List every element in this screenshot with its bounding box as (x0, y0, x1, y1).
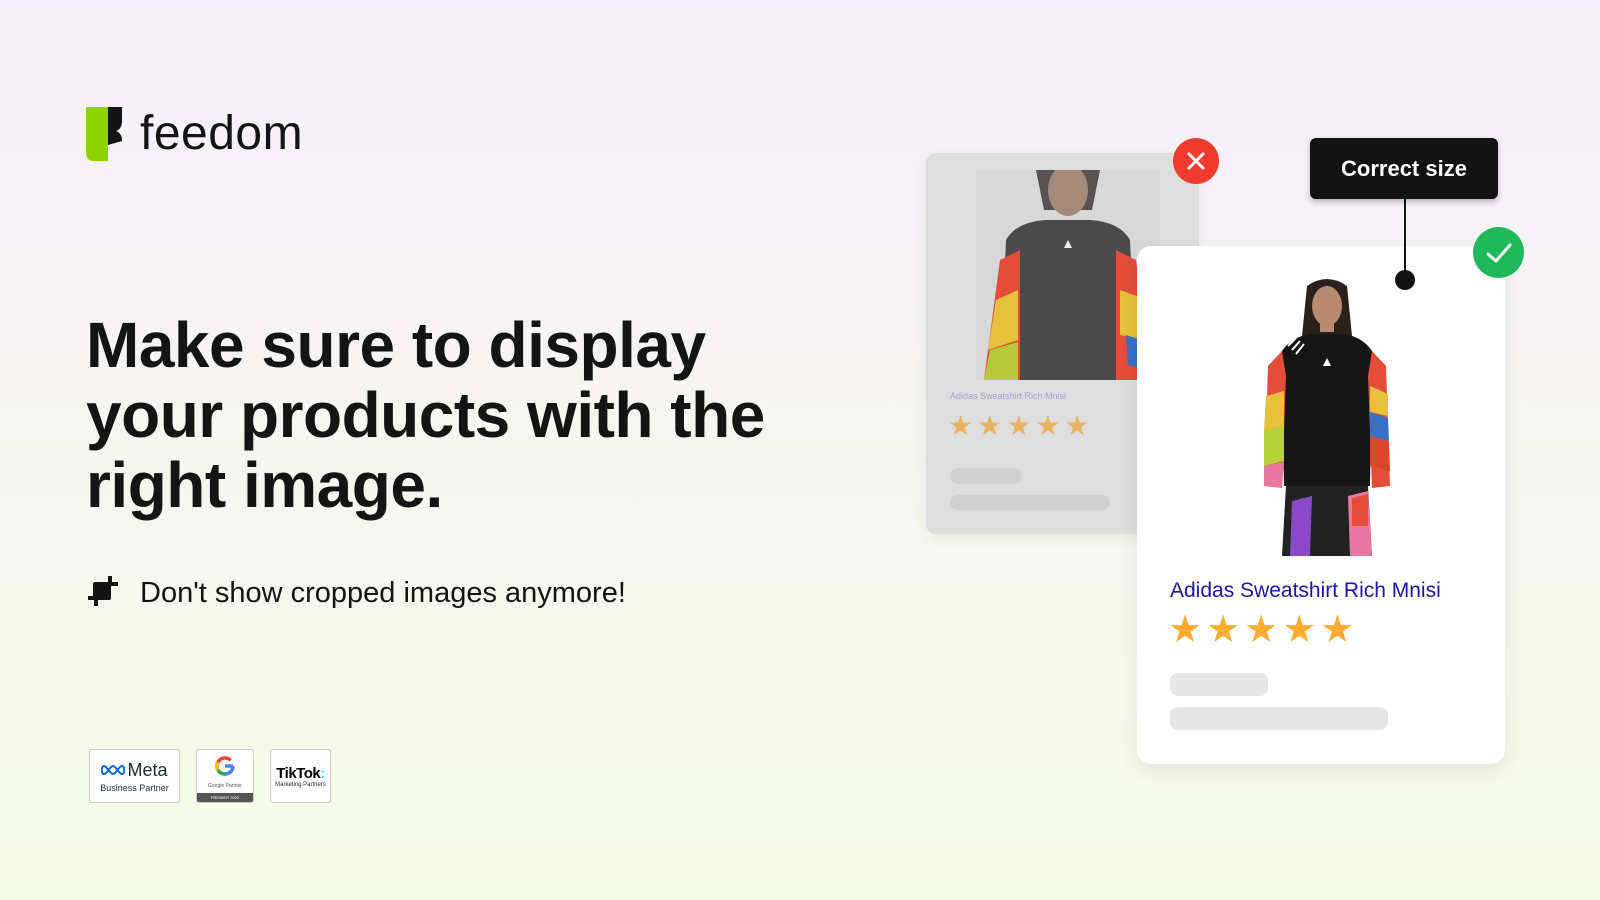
page-headline: Make sure to display your products with … (86, 309, 765, 521)
google-partner-badge: Google Partner PREMIER 2022 (196, 749, 254, 803)
correct-size-tooltip: Correct size (1310, 138, 1498, 199)
meta-name: Meta (127, 759, 168, 780)
correct-product-rating: ★ ★ ★ ★ ★ (1168, 610, 1354, 650)
meta-logo-icon (101, 760, 126, 781)
meta-partner-badge: Meta Business Partner (89, 749, 180, 803)
google-logo-icon (215, 756, 235, 781)
crop-icon (86, 574, 120, 613)
placeholder-line (1170, 673, 1268, 696)
correct-product-image (1252, 276, 1402, 556)
star-icon: ★ (1168, 609, 1203, 651)
star-icon: ★ (948, 410, 974, 441)
star-icon: ★ (1006, 410, 1032, 441)
star-icon: ★ (1282, 609, 1317, 651)
cropped-product-image (976, 170, 1160, 380)
cropped-product-title: Adidas Sweatshirt Rich Mnisi (950, 391, 1067, 401)
feature-text: Don't show cropped images anymore! (140, 577, 626, 609)
tooltip-connector (1404, 199, 1406, 279)
star-icon: ★ (1320, 609, 1355, 651)
correct-product-card: Adidas Sweatshirt Rich Mnisi ★ ★ ★ ★ ★ (1137, 246, 1505, 764)
feature-item: Don't show cropped images anymore! (86, 574, 626, 613)
close-icon (1173, 138, 1219, 184)
star-icon: ★ (1244, 609, 1279, 651)
tiktok-name: TikTok: (276, 764, 325, 782)
star-icon: ★ (1035, 410, 1061, 441)
meta-subtitle: Business Partner (100, 782, 169, 793)
placeholder-line (950, 468, 1022, 484)
tiktok-subtitle: Marketing Partners (275, 781, 326, 788)
feedom-logo-icon (86, 106, 124, 161)
check-icon (1473, 227, 1524, 278)
placeholder-line (1170, 707, 1388, 730)
star-icon: ★ (977, 410, 1003, 441)
placeholder-line (950, 495, 1110, 510)
brand-name: feedom (140, 107, 304, 160)
brand-logo: feedom (86, 106, 303, 161)
correct-product-title: Adidas Sweatshirt Rich Mnisi (1170, 579, 1441, 602)
star-icon: ★ (1206, 609, 1241, 651)
tooltip-anchor-dot (1395, 270, 1415, 290)
star-icon: ★ (1064, 410, 1090, 441)
partner-badges: Meta Business Partner Google Partner PRE… (89, 749, 331, 803)
google-subtitle: Google Partner (208, 783, 242, 789)
cropped-product-rating: ★ ★ ★ ★ ★ (948, 412, 1090, 440)
tiktok-partner-badge: TikTok: Marketing Partners (270, 749, 331, 803)
google-footer: PREMIER 2022 (197, 793, 253, 802)
